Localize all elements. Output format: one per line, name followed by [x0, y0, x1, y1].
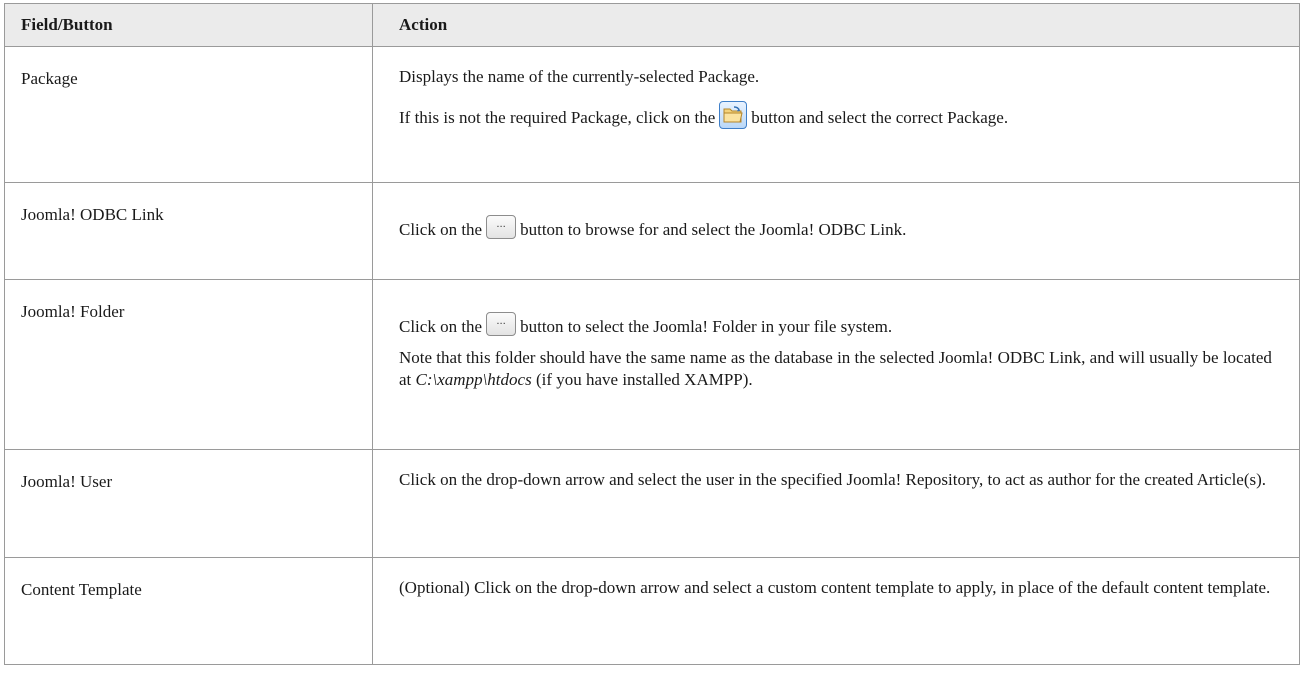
- folder-open-icon: [719, 101, 748, 129]
- action-description: Click on the... button to browse for and …: [372, 182, 1300, 280]
- header-field-button: Field/Button: [4, 3, 373, 47]
- browse-button-icon: ...: [486, 312, 517, 336]
- table-row: Joomla! ODBC Link Click on the... button …: [4, 182, 1300, 280]
- field-action-table: Field/Button Action Package Displays the…: [4, 3, 1300, 665]
- table-header-row: Field/Button Action: [4, 3, 1300, 47]
- action-text: Displays the name of the currently-selec…: [399, 67, 760, 86]
- field-name: Joomla! User: [4, 449, 373, 558]
- action-description: Displays the name of the currently-selec…: [372, 46, 1300, 183]
- table-row: Content Template (Optional) Click on the…: [4, 557, 1300, 665]
- browse-button-icon: ...: [486, 215, 517, 239]
- table-row: Joomla! User Click on the drop-down arro…: [4, 449, 1300, 558]
- action-description: (Optional) Click on the drop-down arrow …: [372, 557, 1300, 665]
- folder-path: C:\xampp\htdocs: [415, 370, 532, 389]
- table-row: Package Displays the name of the current…: [4, 46, 1300, 183]
- header-action: Action: [372, 3, 1300, 47]
- field-name: Joomla! ODBC Link: [4, 182, 373, 280]
- action-text: Click on the... button to browse for and …: [399, 215, 1273, 241]
- action-text: Click on the... button to select the Joom…: [399, 312, 1273, 338]
- action-description: Click on the... button to select the Joom…: [372, 279, 1300, 450]
- action-text: If this is not the required Package, cli…: [399, 101, 1273, 129]
- field-name: Content Template: [4, 557, 373, 665]
- field-name: Joomla! Folder: [4, 279, 373, 450]
- action-text: Click on the drop-down arrow and select …: [399, 470, 1267, 489]
- table-row: Joomla! Folder Click on the... button to …: [4, 279, 1300, 450]
- field-name: Package: [4, 46, 373, 183]
- action-text: Note that this folder should have the sa…: [399, 348, 1272, 389]
- action-description: Click on the drop-down arrow and select …: [372, 449, 1300, 558]
- action-text: (Optional) Click on the drop-down arrow …: [399, 578, 1271, 597]
